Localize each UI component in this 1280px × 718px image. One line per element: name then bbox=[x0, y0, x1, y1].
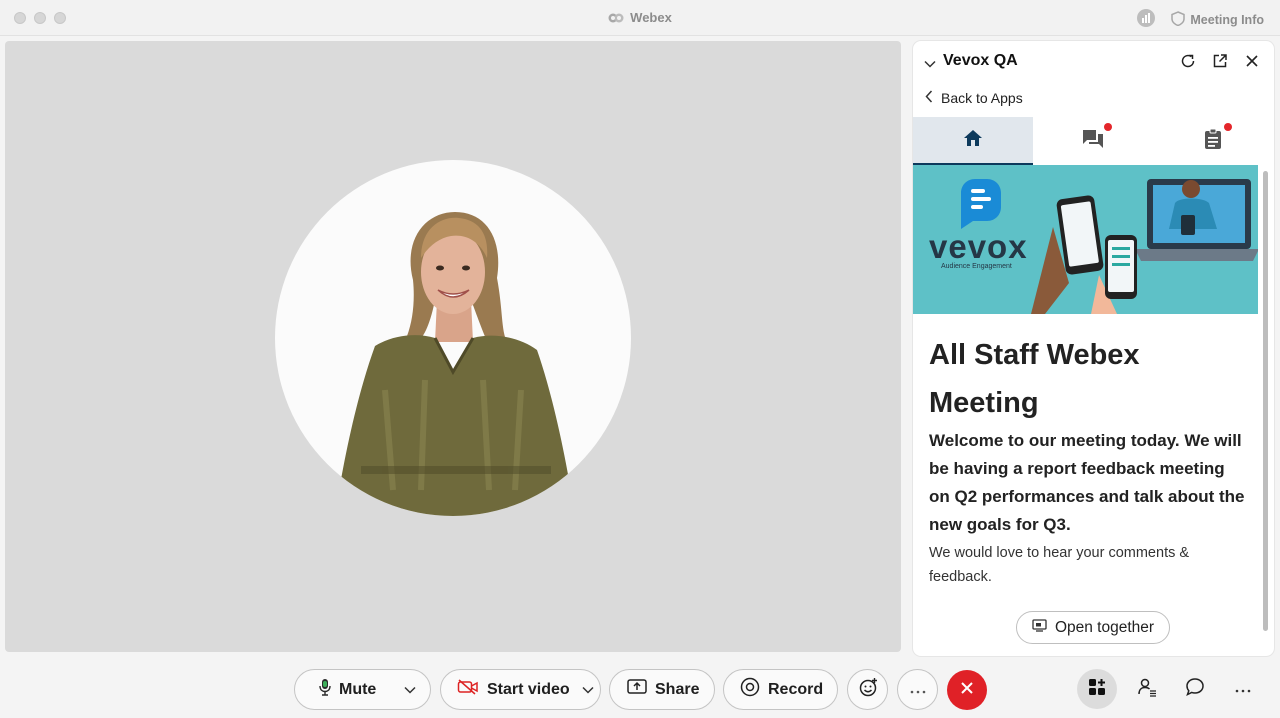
emoji-reaction-icon bbox=[858, 677, 878, 702]
open-together-button[interactable]: Open together bbox=[1016, 611, 1170, 644]
microphone-icon bbox=[319, 678, 331, 701]
meeting-description: All Staff Webex Meeting Welcome to our m… bbox=[929, 331, 1249, 589]
notification-dot bbox=[1104, 123, 1112, 131]
record-button[interactable]: Record bbox=[723, 669, 838, 710]
close-icon bbox=[960, 681, 974, 700]
tab-home[interactable] bbox=[913, 117, 1033, 165]
meeting-info-label: Meeting Info bbox=[1190, 12, 1264, 27]
clipboard-icon bbox=[1204, 128, 1222, 155]
panel-header: Vevox QA bbox=[913, 41, 1274, 81]
record-label: Record bbox=[768, 680, 824, 698]
mute-options-chevron-icon[interactable] bbox=[404, 681, 416, 699]
back-to-apps-label: Back to Apps bbox=[941, 90, 1023, 106]
open-together-label: Open together bbox=[1054, 618, 1155, 636]
more-panels-button[interactable] bbox=[1223, 669, 1263, 709]
share-button[interactable]: Share bbox=[609, 669, 715, 710]
share-label: Share bbox=[655, 680, 700, 698]
app-title-text: Webex bbox=[630, 10, 672, 25]
tab-questions[interactable] bbox=[1033, 117, 1153, 165]
start-video-label: Start video bbox=[487, 680, 570, 698]
more-options-button[interactable] bbox=[897, 669, 938, 710]
chat-icon bbox=[1082, 129, 1104, 154]
meeting-body-text: We would love to hear your comments & fe… bbox=[929, 545, 1190, 585]
participants-icon bbox=[1137, 677, 1157, 702]
app-title: Webex bbox=[0, 10, 1280, 27]
vevox-banner: vevox Audience Engagement bbox=[913, 165, 1258, 314]
close-icon[interactable] bbox=[1244, 53, 1260, 74]
more-dots-icon bbox=[1235, 680, 1251, 698]
panel-title: Vevox QA bbox=[943, 52, 1018, 69]
mute-button[interactable]: Mute bbox=[294, 669, 431, 710]
app-tabs bbox=[913, 117, 1273, 165]
signal-stats-icon[interactable] bbox=[1137, 9, 1156, 30]
share-screen-icon bbox=[627, 679, 647, 700]
pop-out-icon[interactable] bbox=[1212, 53, 1228, 74]
video-options-chevron-icon[interactable] bbox=[582, 681, 594, 699]
chat-bubble-icon bbox=[1185, 677, 1205, 702]
title-bar: Webex Meeting Info bbox=[0, 0, 1280, 36]
video-off-icon bbox=[457, 679, 479, 700]
meeting-heading: All Staff Webex Meeting bbox=[929, 339, 1140, 419]
notification-dot bbox=[1224, 123, 1232, 131]
start-video-button[interactable]: Start video bbox=[440, 669, 601, 710]
shield-icon bbox=[1171, 10, 1186, 29]
leave-meeting-button[interactable] bbox=[947, 670, 987, 710]
app-content[interactable]: vevox Audience Engagement All Staff Webe… bbox=[913, 165, 1258, 635]
meeting-info-button[interactable]: Meeting Info bbox=[1171, 10, 1264, 29]
participants-button[interactable] bbox=[1127, 669, 1167, 709]
mute-label: Mute bbox=[339, 680, 377, 698]
apps-panel: Vevox QA Back to Apps vevox Audience Eng… bbox=[913, 41, 1274, 656]
meeting-lead-text: Welcome to our meeting today. We will be… bbox=[929, 431, 1245, 534]
vevox-tagline: Audience Engagement bbox=[941, 263, 1012, 270]
video-stage bbox=[5, 41, 901, 652]
back-to-apps-link[interactable]: Back to Apps bbox=[925, 90, 1023, 106]
chevron-left-icon bbox=[925, 90, 933, 106]
vevox-wordmark: vevox bbox=[929, 228, 1028, 265]
participant-video bbox=[275, 160, 631, 516]
webex-logo-icon bbox=[608, 12, 624, 27]
chat-button[interactable] bbox=[1175, 669, 1215, 709]
more-dots-icon bbox=[910, 681, 926, 699]
tab-polls[interactable] bbox=[1153, 117, 1273, 165]
reactions-button[interactable] bbox=[847, 669, 888, 710]
apps-button[interactable] bbox=[1077, 669, 1117, 709]
refresh-icon[interactable] bbox=[1180, 53, 1196, 74]
record-icon bbox=[740, 677, 760, 702]
share-screen-icon bbox=[1032, 618, 1047, 637]
home-icon bbox=[963, 129, 983, 152]
panel-scrollbar[interactable] bbox=[1263, 171, 1268, 631]
apps-grid-icon bbox=[1088, 678, 1106, 701]
collapse-chevron-icon[interactable] bbox=[924, 55, 936, 73]
